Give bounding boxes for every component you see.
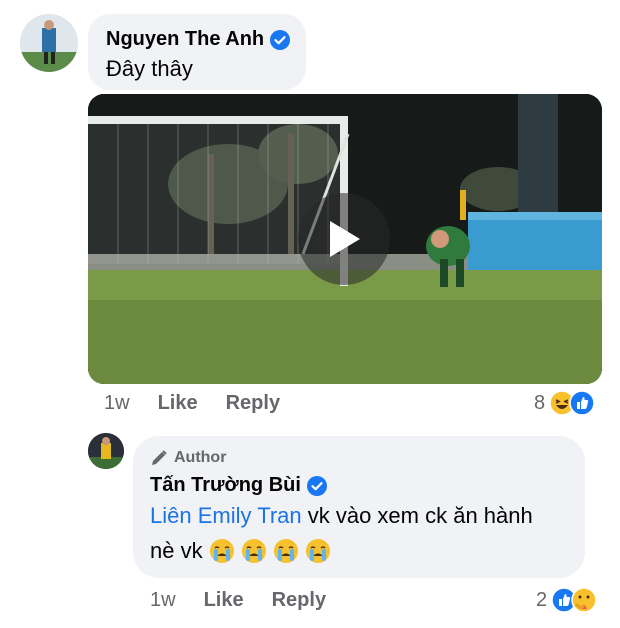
play-icon: [330, 221, 360, 257]
crying-face-icon: [305, 539, 330, 563]
care-reaction-icon: [571, 587, 597, 613]
reply-author-row: Tấn Trường Bùi: [150, 474, 327, 497]
author-badge: Author: [150, 449, 226, 467]
verified-badge-icon: [306, 475, 327, 496]
mention-link[interactable]: Liên Emily Tran: [150, 503, 302, 528]
like-button[interactable]: Like: [204, 589, 244, 612]
reaction-count: 2: [536, 588, 548, 611]
reply-avatar[interactable]: [88, 433, 124, 469]
comment-time[interactable]: 1w: [104, 392, 130, 415]
comment-author-row: Nguyen The Anh: [106, 28, 291, 51]
comment-bubble: Nguyen The Anh Đây thây: [88, 14, 306, 90]
verified-badge-icon: [270, 29, 291, 50]
comment-actions: 1w Like Reply: [104, 392, 280, 415]
crying-face-icon: [209, 539, 234, 563]
reply-reaction-summary[interactable]: 2: [536, 587, 597, 613]
video-attachment[interactable]: [88, 94, 602, 384]
reply-author-name[interactable]: Tấn Trường Bùi: [150, 474, 301, 497]
reply-text-line2: nè vk: [150, 538, 337, 564]
reply-actions: 1w Like Reply: [150, 589, 326, 612]
comment-text: Đây thây: [106, 56, 193, 81]
reply-button[interactable]: Reply: [226, 392, 280, 415]
play-button[interactable]: [298, 193, 390, 285]
crying-face-icon: [241, 539, 266, 563]
reply-text-continued: nè vk: [150, 538, 203, 563]
reply-button[interactable]: Reply: [272, 589, 326, 612]
reaction-count: 8: [534, 391, 546, 414]
reply-text: vk vào xem ck ăn hành: [301, 503, 533, 528]
like-reaction-icon: [569, 390, 595, 416]
emoji-group: [209, 538, 337, 564]
reaction-summary[interactable]: 8: [534, 390, 595, 416]
author-badge-label: Author: [174, 449, 227, 466]
reply-time[interactable]: 1w: [150, 589, 176, 612]
comment-author-name[interactable]: Nguyen The Anh: [106, 28, 264, 51]
like-button[interactable]: Like: [158, 392, 198, 415]
pencil-icon: [152, 450, 167, 465]
avatar[interactable]: [20, 14, 78, 72]
crying-face-icon: [273, 539, 298, 563]
reply-text-line1: Liên Emily Tran vk vào xem ck ăn hành: [150, 503, 533, 529]
